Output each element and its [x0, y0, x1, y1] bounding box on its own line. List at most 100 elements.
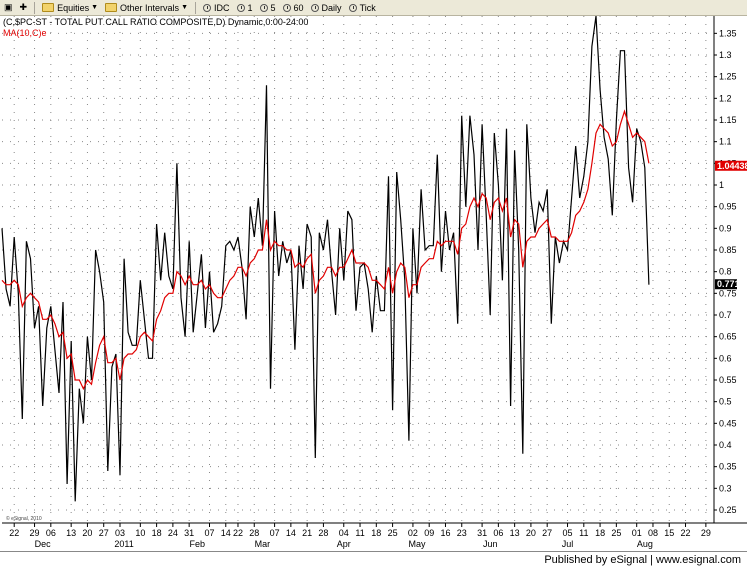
chevron-down-icon: ▼: [181, 4, 188, 11]
chevron-down-icon: ▼: [91, 4, 99, 11]
y-tick-label: 0.8: [719, 267, 732, 277]
x-day-label: 22: [9, 528, 19, 538]
x-day-label: 15: [664, 528, 674, 538]
toolbar-label: 60: [293, 2, 304, 13]
toolbar-idc-button[interactable]: IDC: [201, 1, 232, 14]
y-tick-label: 0.6: [719, 353, 732, 363]
x-day-label: 31: [477, 528, 487, 538]
watermark-text: © eSignal, 2010: [6, 515, 42, 522]
y-tick-label: 0.9: [719, 223, 732, 233]
y-tick-label: 0.5: [719, 397, 732, 407]
x-day-label: 27: [99, 528, 109, 538]
folder-icon: [105, 3, 118, 12]
toolbar-label: Other Intervals: [120, 2, 180, 13]
x-day-label: 22: [233, 528, 243, 538]
ma-last-value-label: 1.04438: [717, 161, 747, 171]
clock-icon: [310, 3, 319, 12]
publisher-credit: Published by eSignal | www.esignal.com: [544, 554, 741, 566]
x-day-label: 04: [339, 528, 349, 538]
x-day-label: 01: [632, 528, 642, 538]
toolbar-label: 1: [247, 2, 253, 13]
x-day-label: 07: [270, 528, 280, 538]
toolbar-tick-button[interactable]: Tick: [347, 1, 378, 14]
toolbar-1-button[interactable]: 1: [235, 1, 255, 14]
y-tick-label: 1.3: [719, 50, 732, 60]
x-day-label: 28: [249, 528, 259, 538]
y-tick-label: 0.4: [719, 440, 732, 450]
folder-icon: [42, 3, 55, 12]
chart-toolbar: ▣ ✚ Equities ▼ Other Intervals ▼ IDC 1 5 60 Daily T…: [0, 0, 747, 16]
toolbar-equities-button[interactable]: Equities ▼: [40, 1, 100, 14]
clock-icon: [348, 3, 357, 12]
chart-title: (C,$PC-ST - TOTAL PUT CALL RATIO COMPOSI…: [3, 17, 309, 27]
x-month-label: Mar: [255, 539, 271, 549]
y-tick-label: 0.85: [719, 245, 737, 255]
x-day-label: 16: [440, 528, 450, 538]
x-day-label: 06: [46, 528, 56, 538]
y-tick-label: 1.2: [719, 93, 732, 103]
x-day-label: 14: [286, 528, 296, 538]
x-month-label: Feb: [190, 539, 206, 549]
x-day-label: 18: [152, 528, 162, 538]
x-month-label: 2011: [114, 539, 133, 549]
toolbar-item-1-button[interactable]: ✚: [18, 1, 30, 14]
x-day-label: 02: [408, 528, 418, 538]
clock-icon: [236, 3, 245, 12]
x-day-label: 29: [30, 528, 40, 538]
x-day-label: 24: [168, 528, 178, 538]
ma-legend-label: MA(10,C)e: [3, 28, 47, 38]
x-day-label: 11: [355, 528, 364, 538]
price-last-value-label: 0.771: [717, 279, 740, 289]
x-day-label: 31: [184, 528, 194, 538]
y-tick-label: 1.35: [719, 28, 737, 38]
toolbar-label: Equities: [57, 2, 90, 13]
clock-icon: [259, 3, 268, 12]
x-day-label: 21: [302, 528, 312, 538]
x-day-label: 25: [388, 528, 398, 538]
x-day-label: 14: [221, 528, 231, 538]
x-day-label: 06: [493, 528, 503, 538]
toolbar-60-button[interactable]: 60: [281, 1, 306, 14]
toolbar-label: Tick: [359, 2, 376, 13]
x-day-label: 18: [371, 528, 381, 538]
x-day-label: 10: [135, 528, 145, 538]
x-month-label: Jun: [483, 539, 498, 549]
y-tick-label: 1.1: [719, 137, 732, 147]
x-month-label: Aug: [637, 539, 653, 549]
x-day-label: 18: [595, 528, 605, 538]
x-month-label: Apr: [337, 539, 351, 549]
x-day-label: 09: [424, 528, 434, 538]
x-day-label: 28: [318, 528, 328, 538]
y-tick-label: 0.55: [719, 375, 737, 385]
y-tick-label: 0.35: [719, 462, 737, 472]
y-tick-label: 1.15: [719, 115, 737, 125]
x-month-label: May: [408, 539, 426, 549]
x-day-label: 03: [115, 528, 125, 538]
x-day-label: 07: [204, 528, 214, 538]
x-day-label: 11: [579, 528, 588, 538]
toolbar-separator: [34, 1, 36, 14]
x-day-label: 08: [648, 528, 658, 538]
y-tick-label: 0.7: [719, 310, 732, 320]
toolbar-other-intervals-button[interactable]: Other Intervals ▼: [103, 1, 190, 14]
x-day-label: 25: [611, 528, 621, 538]
x-day-label: 27: [542, 528, 552, 538]
toolbar-label: Daily: [321, 2, 342, 13]
y-tick-label: 0.65: [719, 332, 737, 342]
toolbar-item-0-button[interactable]: ▣: [2, 1, 15, 14]
x-month-label: Jul: [562, 539, 574, 549]
toolbar-5-button[interactable]: 5: [258, 1, 278, 14]
x-day-label: 20: [526, 528, 536, 538]
x-day-label: 05: [563, 528, 573, 538]
crosshair-icon: ✚: [19, 2, 28, 12]
toolbar-daily-button[interactable]: Daily: [309, 1, 344, 14]
x-day-label: 20: [82, 528, 92, 538]
y-tick-label: 0.95: [719, 202, 737, 212]
x-day-label: 13: [66, 528, 76, 538]
footer-bar: Published by eSignal | www.esignal.com: [0, 551, 747, 568]
x-month-label: Dec: [35, 539, 52, 549]
y-tick-label: 0.3: [719, 483, 732, 493]
window-menu-icon: ▣: [4, 2, 13, 12]
y-tick-label: 1: [719, 180, 724, 190]
toolbar-label: IDC: [214, 2, 230, 13]
